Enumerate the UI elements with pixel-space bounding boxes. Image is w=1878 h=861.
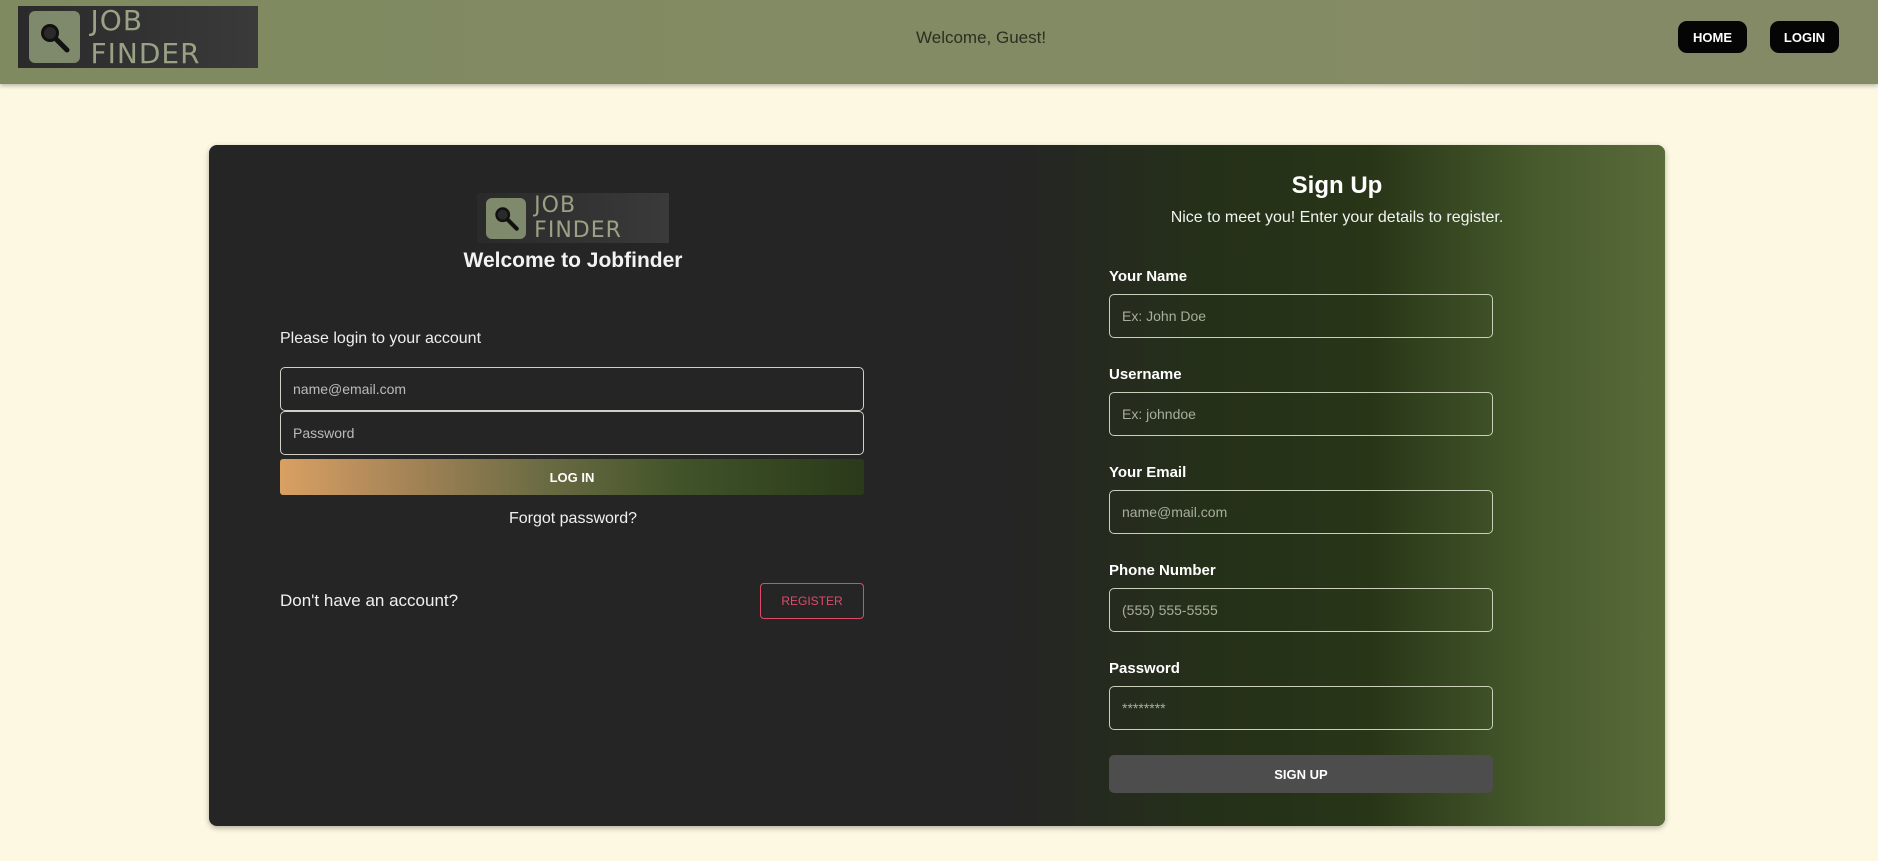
login-prompt: Please login to your account: [280, 330, 482, 347]
email-label: Your Email: [1109, 464, 1187, 481]
top-header: JOB FINDER Welcome, Guest! HOME LOGIN: [0, 0, 1878, 84]
logo-text: JOB FINDER: [90, 4, 201, 70]
login-logo: JOB FINDER: [477, 193, 669, 243]
password-input[interactable]: ********: [1109, 686, 1493, 730]
name-input[interactable]: Ex: John Doe: [1109, 294, 1493, 338]
username-label: Username: [1109, 366, 1182, 383]
register-button[interactable]: REGISTER: [760, 583, 864, 619]
login-button[interactable]: LOG IN: [280, 459, 864, 495]
login-title: Welcome to Jobfinder: [463, 249, 683, 272]
auth-card: JOB FINDER Welcome to Jobfinder Please l…: [209, 145, 1665, 826]
signup-subtitle: Nice to meet you! Enter your details to …: [1170, 209, 1504, 226]
email-input[interactable]: name@mail.com: [1109, 490, 1493, 534]
magnifier-icon: [486, 197, 527, 239]
phone-input[interactable]: (555) 555-5555: [1109, 588, 1493, 632]
header-logo[interactable]: JOB FINDER: [18, 4, 258, 70]
welcome-message: Welcome, Guest!: [916, 28, 1047, 47]
signup-button[interactable]: SIGN UP: [1109, 755, 1493, 793]
password-label: Password: [1109, 660, 1180, 677]
forgot-password-link[interactable]: Forgot password?: [209, 510, 937, 528]
username-input[interactable]: Ex: johndoe: [1109, 392, 1493, 436]
magnifier-icon: [29, 11, 80, 63]
signup-title: Sign Up: [1291, 172, 1383, 199]
logo-text: JOB FINDER: [534, 193, 622, 243]
login-password-input[interactable]: Password: [280, 411, 864, 455]
no-account-text: Don't have an account?: [280, 591, 459, 610]
name-label: Your Name: [1109, 268, 1188, 285]
phone-label: Phone Number: [1109, 562, 1216, 579]
login-email-input[interactable]: name@email.com: [280, 367, 864, 411]
login-nav-button[interactable]: LOGIN: [1770, 21, 1839, 53]
home-button[interactable]: HOME: [1678, 21, 1747, 53]
